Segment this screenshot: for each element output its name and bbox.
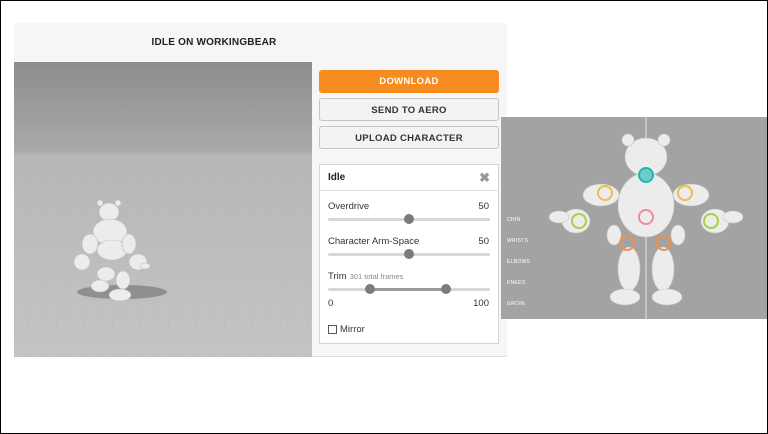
- screenshot-frame: IDLE ON WORKINGBEAR DOWNLOAD SEND TO AER…: [1, 1, 767, 433]
- rig-preview-panel: CHIN WRISTS ELBOWS KNEES GROIN: [501, 117, 767, 319]
- 3d-viewport[interactable]: [14, 62, 312, 357]
- overdrive-slider-handle[interactable]: [404, 214, 414, 224]
- trim-min-value: 0: [328, 298, 334, 309]
- trim-label-text: Trim: [328, 271, 347, 282]
- rig-label-groin: GROIN: [507, 301, 525, 307]
- animation-settings-card: Idle ✖ Overdrive 50 Character Arm-Space …: [319, 164, 499, 344]
- overdrive-value: 50: [478, 201, 489, 212]
- trim-max-value: 100: [473, 298, 489, 309]
- trim-range-slider[interactable]: [328, 284, 490, 294]
- settings-header: Idle ✖: [320, 165, 498, 191]
- arm-space-label: Character Arm-Space: [328, 236, 420, 247]
- trim-end-handle[interactable]: [441, 284, 452, 294]
- rig-label-elbows: ELBOWS: [507, 259, 531, 265]
- download-button[interactable]: DOWNLOAD: [319, 70, 499, 93]
- chin-marker: [638, 167, 654, 183]
- trim-start-handle[interactable]: [365, 284, 376, 294]
- trim-range-fill: [370, 288, 447, 291]
- trim-frame-count: 301 total frames: [349, 272, 404, 281]
- rig-preview-scene: [548, 117, 744, 319]
- send-to-aero-button[interactable]: SEND TO AERO: [319, 98, 499, 121]
- rig-label-wrists: WRISTS: [507, 238, 529, 244]
- animation-panel: IDLE ON WORKINGBEAR DOWNLOAD SEND TO AER…: [14, 23, 507, 357]
- close-icon[interactable]: ✖: [479, 170, 490, 186]
- viewport-scene: [14, 162, 312, 357]
- trim-label: Trim 301 total frames: [328, 271, 403, 282]
- arm-space-slider-handle[interactable]: [404, 249, 414, 259]
- arm-space-slider[interactable]: [328, 249, 490, 259]
- page-title: IDLE ON WORKINGBEAR: [151, 37, 277, 48]
- mirror-checkbox[interactable]: [328, 325, 337, 334]
- animation-name: Idle: [328, 172, 346, 183]
- overdrive-label: Overdrive: [328, 201, 370, 212]
- arm-space-value: 50: [478, 236, 489, 247]
- rig-label-knees: KNEES: [507, 280, 526, 286]
- mirror-label: Mirror: [340, 324, 365, 335]
- upload-character-button[interactable]: UPLOAD CHARACTER: [319, 126, 499, 149]
- mirror-toggle[interactable]: Mirror: [328, 324, 365, 335]
- rig-label-chin: CHIN: [507, 217, 521, 223]
- overdrive-slider[interactable]: [328, 214, 490, 224]
